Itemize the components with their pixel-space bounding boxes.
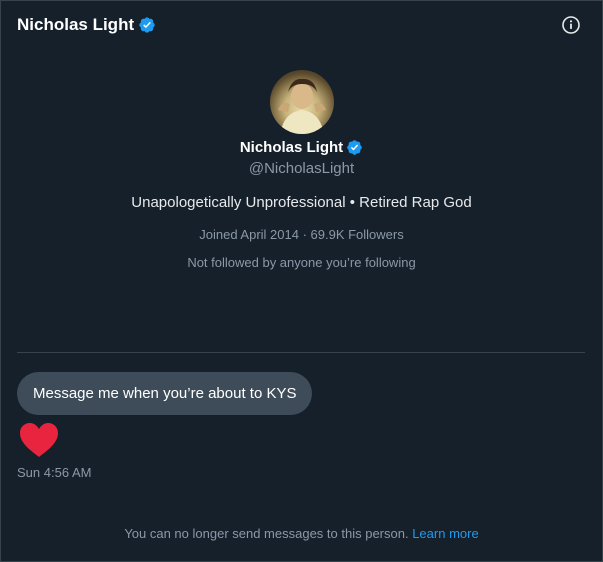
profile-meta: Joined April 2014 · 69.9K Followers (199, 227, 404, 242)
divider (17, 352, 585, 353)
blocked-notice-text: You can no longer send messages to this … (124, 526, 409, 541)
blocked-notice: You can no longer send messages to this … (1, 526, 602, 541)
mutual-followers-note: Not followed by anyone you’re following (187, 255, 416, 270)
profile-bio: Unapologetically Unprofessional • Retire… (131, 194, 472, 211)
profile-name-row: Nicholas Light (240, 137, 363, 157)
message-timestamp: Sun 4:56 AM (17, 465, 92, 480)
verified-badge-icon (346, 139, 363, 156)
learn-more-link[interactable]: Learn more (412, 526, 478, 541)
conversation-header: Nicholas Light (17, 15, 156, 35)
verified-badge-icon (138, 16, 156, 34)
profile-handle: @NicholasLight (248, 160, 355, 177)
info-icon (562, 16, 580, 34)
profile-summary: Nicholas Light @NicholasLight Unapologet… (1, 70, 602, 270)
avatar[interactable] (269, 70, 334, 134)
message-bubble[interactable]: Message me when you’re about to KYS (17, 372, 313, 415)
header-name[interactable]: Nicholas Light (17, 15, 134, 35)
info-button[interactable] (561, 15, 581, 35)
heart-icon[interactable] (19, 422, 59, 458)
dm-conversation-panel: Nicholas Light Nicholas Light @NicholasL… (0, 0, 603, 562)
profile-name[interactable]: Nicholas Light (240, 139, 343, 156)
